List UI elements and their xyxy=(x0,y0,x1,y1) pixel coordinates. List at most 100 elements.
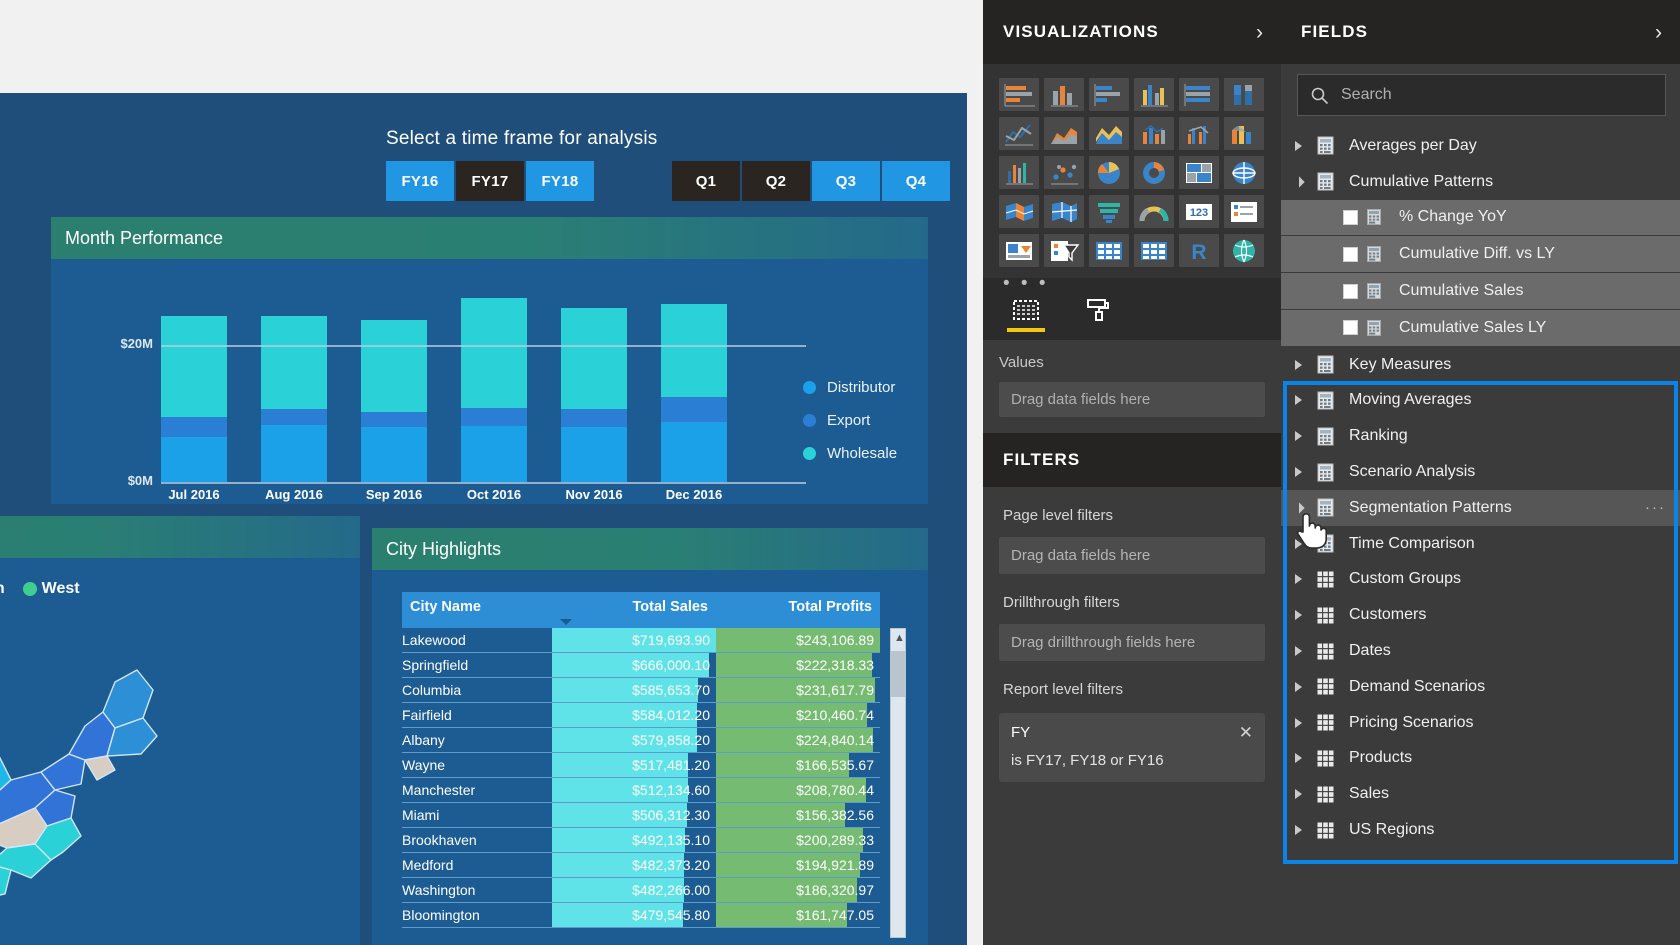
city-table-body[interactable]: Lakewood $719,693.90 $243,106.89 Springfiel… xyxy=(402,628,880,928)
cell-city-name[interactable]: Miami xyxy=(402,802,552,828)
chevron-right-icon[interactable] xyxy=(1295,646,1317,657)
cell-total-profits[interactable]: $166,535.67 xyxy=(716,752,880,778)
bar-column[interactable] xyxy=(161,315,227,482)
bar-column[interactable] xyxy=(661,304,727,482)
card-icon[interactable]: 123 xyxy=(1179,195,1219,228)
cell-total-profits[interactable]: $231,617.79 xyxy=(716,677,880,703)
map-legend-item-west[interactable]: West xyxy=(22,580,80,598)
chevron-down-icon[interactable] xyxy=(1293,502,1317,514)
cell-total-sales[interactable]: $482,266.00 xyxy=(552,877,716,903)
bar-segment-export[interactable] xyxy=(161,417,227,437)
cell-city-name[interactable]: Springfield xyxy=(402,652,552,678)
bar-segment-distributor[interactable] xyxy=(361,427,427,482)
cell-total-sales[interactable]: $492,135.10 xyxy=(552,827,716,853)
table-row[interactable]: Brookhaven $492,135.10 $200,289.33 xyxy=(402,827,880,853)
chevron-right-icon[interactable] xyxy=(1295,467,1317,478)
report-canvas[interactable]: Select a time frame for analysis FY16 FY… xyxy=(0,0,983,945)
cell-total-sales[interactable]: $719,693.90 xyxy=(552,628,716,653)
cell-total-profits[interactable]: $222,318.33 xyxy=(716,652,880,678)
bar-segment-distributor[interactable] xyxy=(261,424,327,482)
gauge-icon[interactable] xyxy=(1134,195,1174,228)
line-clustered-column-chart-icon[interactable] xyxy=(1179,117,1219,150)
cell-total-sales[interactable]: $666,000.10 xyxy=(552,652,716,678)
chevron-right-icon[interactable] xyxy=(1295,610,1317,621)
cell-total-sales[interactable]: $512,134.60 xyxy=(552,777,716,803)
chevron-right-icon[interactable] xyxy=(1295,753,1317,764)
cell-total-profits[interactable]: $243,106.89 xyxy=(716,628,880,653)
field-table-demand-scenarios[interactable]: Demand Scenarios xyxy=(1281,668,1680,705)
bar-segment-distributor[interactable] xyxy=(161,436,227,482)
cell-city-name[interactable]: Washington xyxy=(402,877,552,903)
field-table-scenario-analysis[interactable]: Scenario Analysis xyxy=(1281,454,1680,490)
time-frame-slicer[interactable]: Select a time frame for analysis FY16 FY… xyxy=(0,93,967,223)
chevron-right-icon[interactable] xyxy=(1295,717,1317,728)
tab-fields[interactable] xyxy=(1005,288,1047,332)
clustered-column-chart-icon[interactable] xyxy=(1134,78,1174,111)
bar-segment-wholesale[interactable] xyxy=(561,307,627,409)
cell-city-name[interactable]: Brookhaven xyxy=(402,827,552,853)
field-table-moving-averages[interactable]: Moving Averages xyxy=(1281,382,1680,419)
100-stacked-bar-chart-icon[interactable] xyxy=(1179,78,1219,111)
table-row[interactable]: Washington $482,266.00 $186,320.97 xyxy=(402,877,880,903)
bar-segment-export[interactable] xyxy=(561,408,627,428)
visual-type-icon-grid[interactable]: 123 R xyxy=(999,78,1269,267)
table-scrollbar[interactable]: ▲ xyxy=(890,628,906,938)
matrix-icon[interactable] xyxy=(1134,234,1174,267)
regions-map-visual[interactable]: outh West xyxy=(0,516,360,945)
page-level-filters-dropzone[interactable]: Drag data fields here xyxy=(999,537,1265,574)
bar-segment-export[interactable] xyxy=(661,397,727,422)
filled-map-icon[interactable] xyxy=(999,195,1039,228)
chevron-right-icon[interactable] xyxy=(1295,538,1317,549)
more-options-icon[interactable]: ··· xyxy=(1645,499,1666,516)
field-table-dates[interactable]: Dates xyxy=(1281,633,1680,669)
line-stacked-column-chart-icon[interactable] xyxy=(1134,117,1174,150)
chevron-right-icon[interactable] xyxy=(1295,395,1317,406)
bar-segment-wholesale[interactable] xyxy=(361,320,427,413)
visualization-pane-tabs[interactable] xyxy=(983,278,1281,340)
field-table-pricing-scenarios[interactable]: Pricing Scenarios xyxy=(1281,704,1680,741)
field-measure-cumulative-sales[interactable]: Cumulative Sales xyxy=(1281,273,1680,309)
visualizations-pane[interactable]: VISUALIZATIONS › 123 R • • • Values Drag … xyxy=(983,0,1281,945)
cell-total-profits[interactable]: $156,382.56 xyxy=(716,802,880,828)
column-header-total-sales[interactable]: Total Sales xyxy=(552,592,716,628)
table-row[interactable]: Columbia $585,653.70 $231,617.79 xyxy=(402,677,880,703)
chevron-right-icon[interactable]: › xyxy=(1256,22,1263,43)
table-row[interactable]: Miami $506,312.30 $156,382.56 xyxy=(402,802,880,828)
field-table-custom-groups[interactable]: Custom Groups xyxy=(1281,561,1680,598)
table-row[interactable]: Wayne $517,481.20 $166,535.67 xyxy=(402,752,880,778)
kpi-icon[interactable] xyxy=(999,234,1039,267)
arcgis-maps-icon[interactable] xyxy=(1224,234,1264,267)
ribbon-chart-icon[interactable] xyxy=(1224,117,1264,150)
field-measure-change-yoy[interactable]: % Change YoY xyxy=(1281,199,1680,236)
column-header-total-profits[interactable]: Total Profits xyxy=(716,592,880,628)
field-measure-cumulative-diff-vs-ly[interactable]: Cumulative Diff. vs LY xyxy=(1281,236,1680,273)
legend-item-export[interactable]: Export xyxy=(803,404,897,437)
cell-city-name[interactable]: Fairfield xyxy=(402,702,552,728)
field-table-customers[interactable]: Customers xyxy=(1281,597,1680,634)
cell-city-name[interactable]: Wayne xyxy=(402,752,552,778)
scatter-chart-icon[interactable] xyxy=(1044,156,1084,189)
fields-search-area[interactable]: Search xyxy=(1281,64,1680,128)
stacked-column-chart-icon[interactable] xyxy=(1044,78,1084,111)
table-row[interactable]: Albany $579,858.20 $224,840.14 xyxy=(402,727,880,753)
quarter-button-q2[interactable]: Q2 xyxy=(742,161,810,201)
pie-chart-icon[interactable] xyxy=(1089,156,1129,189)
us-map-shape[interactable] xyxy=(0,608,185,938)
line-chart-icon[interactable] xyxy=(999,117,1039,150)
city-table[interactable]: City Name Total Sales Total Profits Lake… xyxy=(402,592,880,928)
field-table-averages-per-day[interactable]: Averages per Day xyxy=(1281,128,1680,164)
field-table-time-comparison[interactable]: Time Comparison xyxy=(1281,525,1680,562)
month-performance-visual[interactable]: Month Performance Distributor Export Whole… xyxy=(51,217,928,504)
r-script-visual-icon[interactable]: R xyxy=(1179,234,1219,267)
field-measure-cumulative-sales-ly[interactable]: Cumulative Sales LY xyxy=(1281,309,1680,346)
cell-total-sales[interactable]: $585,653.70 xyxy=(552,677,716,703)
drillthrough-filters-dropzone[interactable]: Drag drillthrough fields here xyxy=(999,624,1265,661)
city-highlights-table-area[interactable]: City Name Total Sales Total Profits Lake… xyxy=(372,570,928,945)
fields-pane[interactable]: FIELDS › Search Averages per Day Cumulati… xyxy=(1281,0,1680,945)
cell-total-profits[interactable]: $200,289.33 xyxy=(716,827,880,853)
cell-city-name[interactable]: Lakewood xyxy=(402,628,552,653)
search-input[interactable]: Search xyxy=(1297,74,1666,116)
chevron-right-icon[interactable] xyxy=(1295,789,1317,800)
quarter-button-q3[interactable]: Q3 xyxy=(812,161,880,201)
field-table-cumulative-patterns[interactable]: Cumulative Patterns xyxy=(1281,163,1680,200)
